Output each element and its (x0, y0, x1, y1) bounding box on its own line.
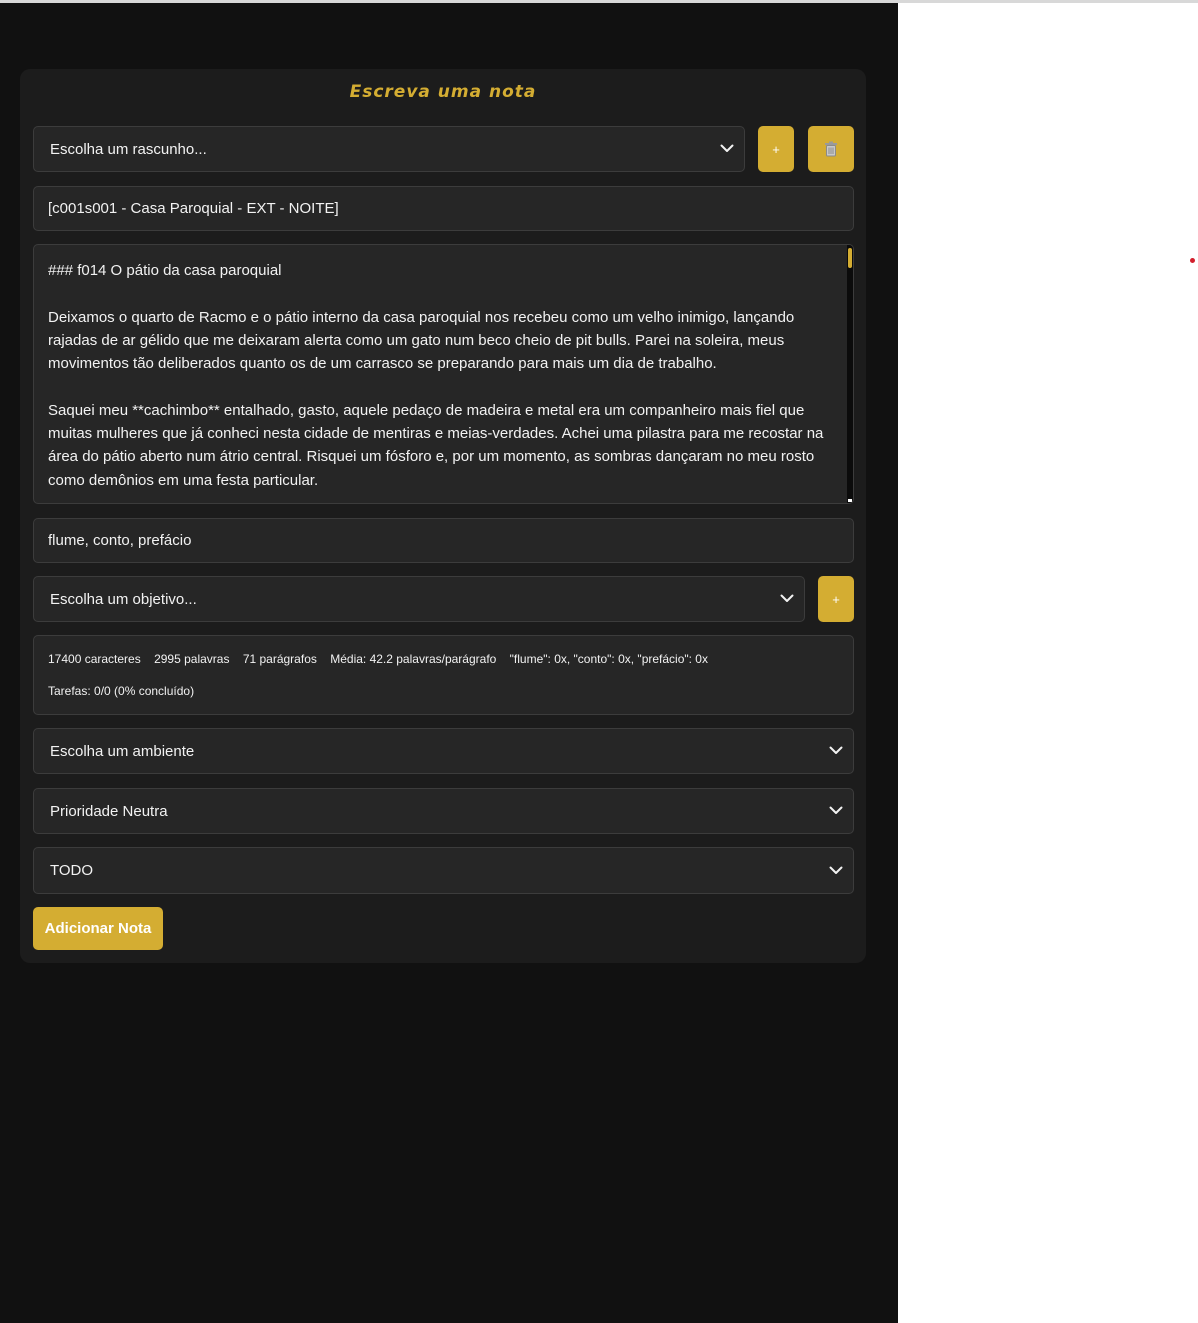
note-title-value: [c001s001 - Casa Paroquial - EXT - NOITE… (48, 200, 339, 217)
note-body-textarea[interactable]: ### f014 O pátio da casa paroquial Deixa… (33, 244, 854, 504)
status-select[interactable]: TODO (33, 847, 854, 894)
stats-summary: 17400 caracteres 2995 palavras 71 parágr… (48, 652, 718, 666)
red-dot-marker (1190, 258, 1195, 263)
paragraph-count: 71 parágrafos (242, 652, 317, 666)
draft-select-value: Escolha um rascunho... (50, 140, 207, 158)
note-body-heading: ### f014 O pátio da casa paroquial (48, 262, 282, 279)
form-title: Escreva uma nota (349, 82, 537, 102)
goal-select-value: Escolha um objetivo... (50, 590, 197, 608)
chevron-down-icon (829, 746, 843, 754)
add-goal-button[interactable]: + (818, 576, 854, 622)
status-select-value: TODO (50, 862, 94, 879)
word-count: 2995 palavras (154, 652, 230, 666)
add-note-label: Adicionar Nota (44, 920, 152, 937)
chevron-down-icon (829, 866, 843, 874)
scrollbar-thumb[interactable] (848, 248, 852, 268)
add-goal-label: + (832, 591, 840, 607)
add-note-button[interactable]: Adicionar Nota (33, 907, 163, 950)
goal-select[interactable]: Escolha um objetivo... (33, 576, 805, 622)
chevron-down-icon (829, 806, 843, 814)
textarea-scrollbar[interactable] (847, 245, 853, 503)
chevron-down-icon (720, 144, 734, 152)
draft-select[interactable]: Escolha um rascunho... (33, 126, 745, 172)
note-body-paragraph: Deixamos o quarto de Racmo e o pátio int… (48, 308, 795, 373)
note-title-input[interactable]: [c001s001 - Casa Paroquial - EXT - NOITE… (33, 186, 854, 231)
priority-select[interactable]: Prioridade Neutra (33, 788, 854, 834)
stats-panel: 17400 caracteres 2995 palavras 71 parágr… (33, 635, 854, 715)
character-count: 17400 caracteres (48, 652, 141, 666)
add-draft-label: + (772, 141, 780, 157)
delete-draft-button[interactable] (808, 126, 854, 172)
priority-select-value: Prioridade Neutra (50, 802, 168, 820)
task-progress: Tarefas: 0/0 (0% concluído) (48, 684, 195, 698)
environment-select-value: Escolha um ambiente (50, 742, 195, 760)
trash-icon (825, 141, 837, 157)
environment-select[interactable]: Escolha um ambiente (33, 728, 854, 774)
chevron-down-icon (780, 594, 794, 602)
note-body-paragraph: Saquei meu **cachimbo** entalhado, gasto… (48, 401, 824, 489)
tags-input[interactable]: flume, conto, prefácio (33, 518, 854, 563)
average-words: Média: 42.2 palavras/parágrafo (330, 652, 497, 666)
viewport: Escreva uma nota Escolha um rascunho... … (0, 0, 1198, 1323)
note-body-text: ### f014 O pátio da casa paroquial Deixa… (48, 259, 833, 503)
tag-counts: "flume": 0x, "conto": 0x, "prefácio": 0x (509, 652, 708, 666)
add-draft-button[interactable]: + (758, 126, 794, 172)
scrollbar-resize-corner[interactable] (848, 499, 852, 502)
tags-value: flume, conto, prefácio (48, 532, 192, 549)
